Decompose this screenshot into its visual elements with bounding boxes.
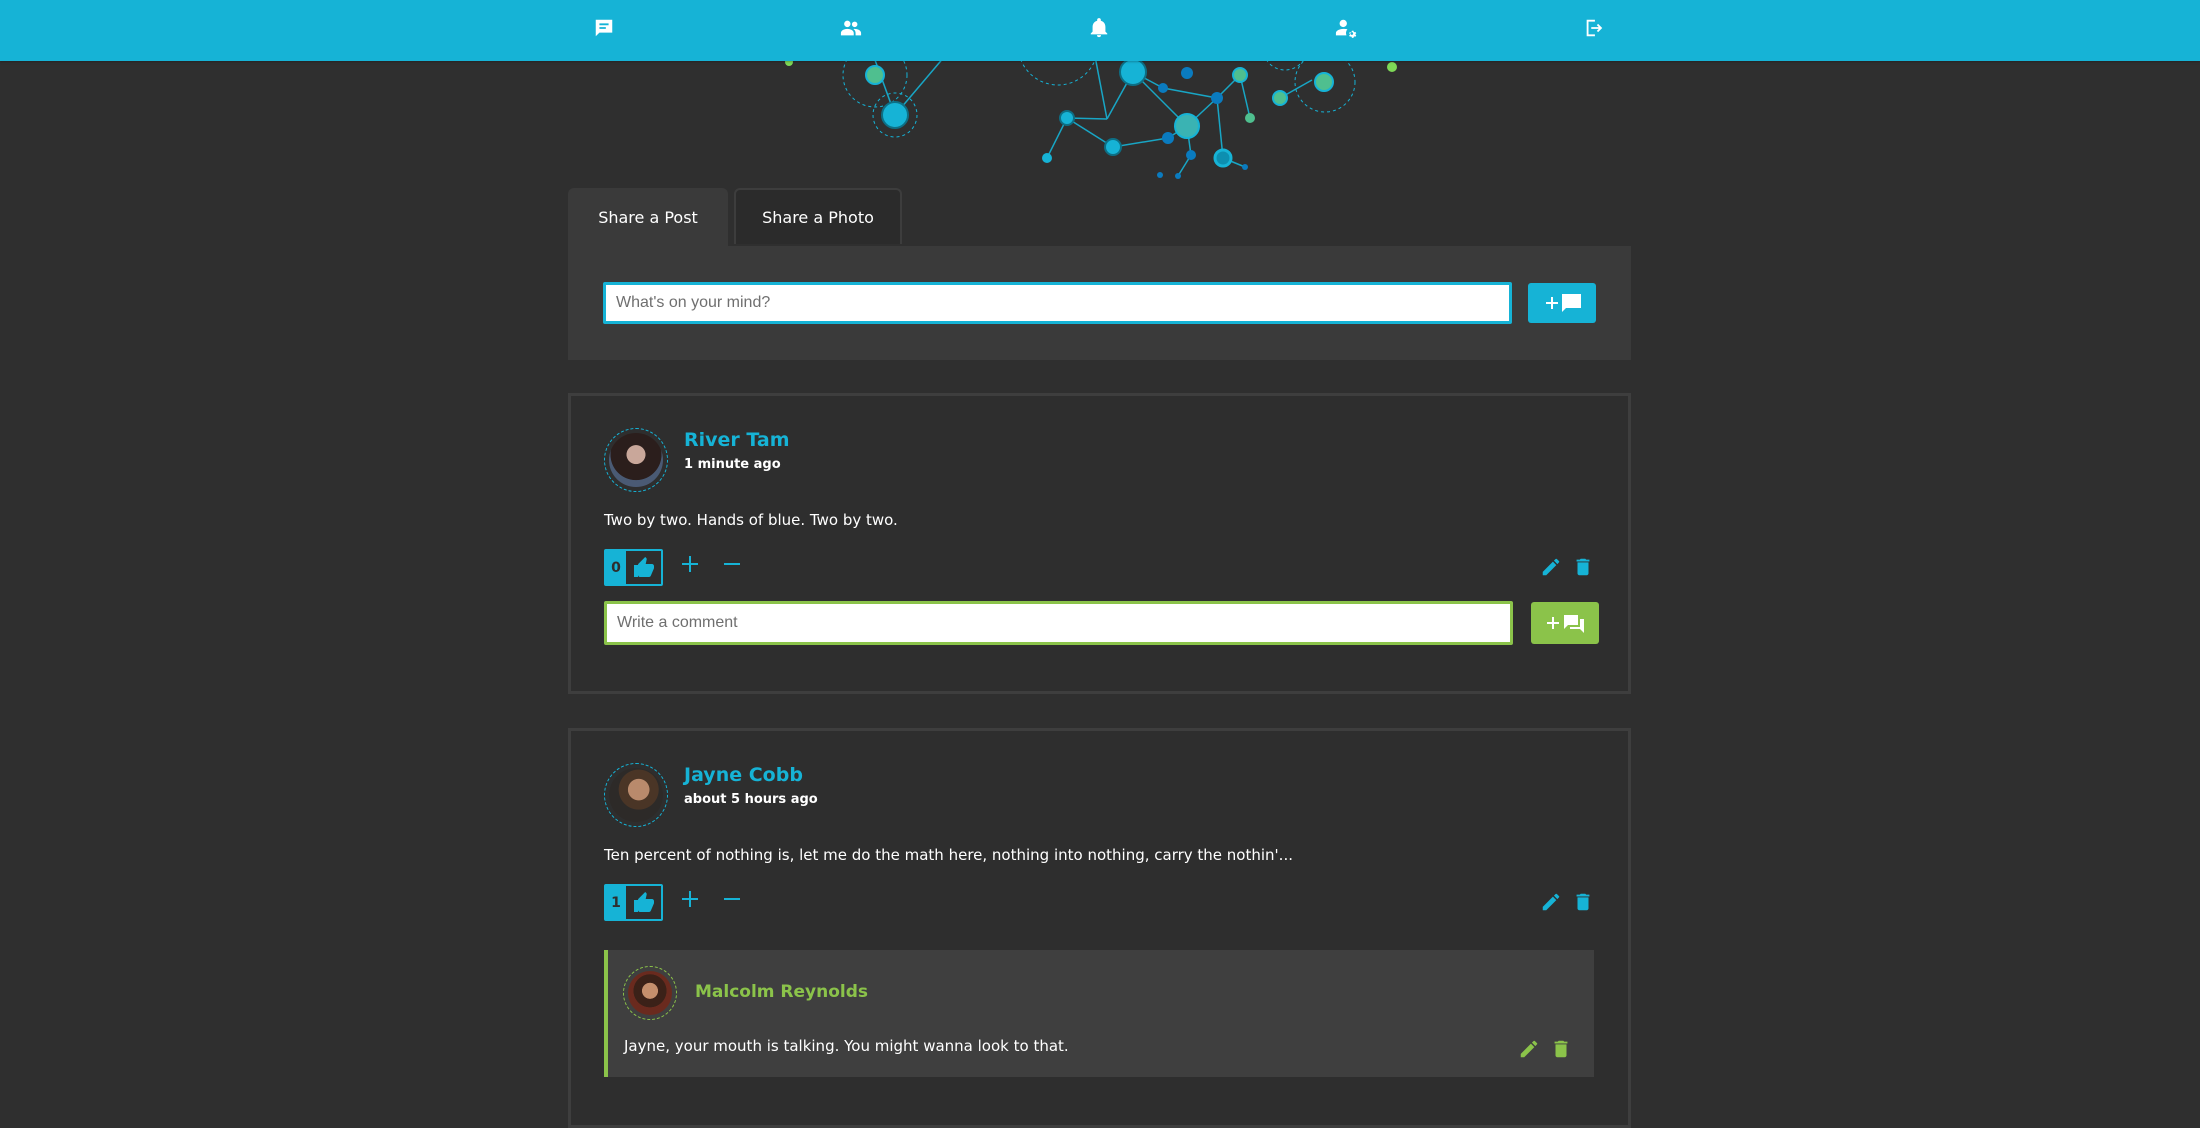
top-nav-bar (0, 0, 2200, 61)
nav-logout-button[interactable] (1580, 14, 1608, 42)
post-timestamp: 1 minute ago (684, 457, 781, 472)
bell-icon (1090, 18, 1108, 38)
comment: Malcolm Reynolds Jayne, your mouth is ta… (604, 950, 1594, 1077)
edit-comment-button[interactable] (1518, 1038, 1540, 1060)
expand-button[interactable] (679, 553, 701, 575)
thumbs-up-icon (633, 556, 654, 577)
post-card: River Tam 1 minute ago Two by two. Hands… (568, 393, 1631, 694)
post-text: Two by two. Hands of blue. Two by two. (604, 511, 898, 529)
edit-post-button[interactable] (1540, 556, 1562, 578)
post-input[interactable]: What's on your mind? (603, 282, 1512, 324)
collapse-button[interactable] (721, 888, 743, 910)
minus-icon (724, 898, 740, 900)
plus-icon (682, 891, 698, 907)
delete-post-button[interactable] (1572, 556, 1594, 578)
network-graphic (785, 40, 1397, 179)
pencil-icon (1520, 1040, 1538, 1058)
pencil-icon (1542, 558, 1560, 576)
add-comment-button[interactable] (1531, 602, 1599, 644)
collapse-button[interactable] (721, 553, 743, 575)
avatar-image (609, 433, 663, 487)
add-comment-icon (1547, 615, 1584, 633)
delete-post-button[interactable] (1572, 891, 1594, 913)
share-post-panel: What's on your mind? (568, 246, 1631, 360)
post-author[interactable]: River Tam (684, 429, 790, 451)
nav-account-settings-button[interactable] (1332, 14, 1360, 42)
like-button[interactable]: 1 (604, 884, 663, 921)
like-count: 0 (606, 551, 626, 584)
thumbs-up-icon (633, 891, 654, 912)
people-icon (840, 20, 862, 36)
comment-text: Jayne, your mouth is talking. You might … (624, 1037, 1069, 1055)
comment-input[interactable]: Write a comment (604, 601, 1513, 645)
add-post-button[interactable] (1528, 283, 1596, 323)
post-text: Ten percent of nothing is, let me do the… (604, 846, 1293, 864)
tab-share-photo[interactable]: Share a Photo (734, 188, 902, 244)
avatar[interactable] (604, 763, 668, 827)
edit-post-button[interactable] (1540, 891, 1562, 913)
trash-icon (1576, 893, 1590, 911)
delete-comment-button[interactable] (1550, 1038, 1572, 1060)
minus-icon (724, 563, 740, 565)
pencil-icon (1542, 893, 1560, 911)
user-cog-icon (1335, 19, 1357, 38)
post-timestamp: about 5 hours ago (684, 792, 818, 807)
avatar-image (609, 768, 663, 822)
chat-bubble-icon (595, 19, 613, 37)
comment-avatar[interactable] (623, 966, 677, 1020)
trash-icon (1554, 1040, 1568, 1058)
post-author[interactable]: Jayne Cobb (684, 764, 803, 786)
post-card: Jayne Cobb about 5 hours ago Ten percent… (568, 728, 1631, 1128)
trash-icon (1576, 558, 1590, 576)
logout-icon (1586, 19, 1603, 37)
expand-button[interactable] (679, 888, 701, 910)
like-button[interactable]: 0 (604, 549, 663, 586)
avatar-image (628, 971, 672, 1015)
add-post-icon (1546, 294, 1581, 312)
avatar[interactable] (604, 428, 668, 492)
plus-icon (682, 556, 698, 572)
nav-friends-button[interactable] (837, 14, 865, 42)
nav-notifications-button[interactable] (1085, 14, 1113, 42)
nav-posts-button[interactable] (590, 14, 618, 42)
tab-share-post[interactable]: Share a Post (568, 188, 728, 246)
comment-author[interactable]: Malcolm Reynolds (695, 982, 868, 1002)
like-count: 1 (606, 886, 626, 919)
